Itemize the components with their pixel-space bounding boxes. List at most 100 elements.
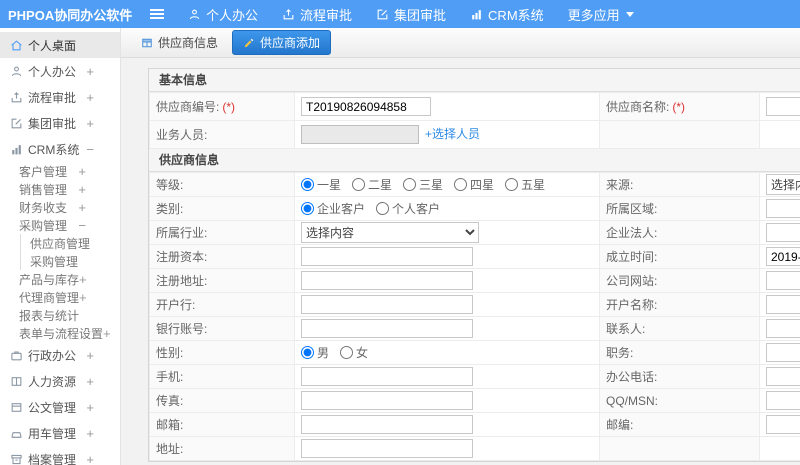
sidebar-item-3[interactable]: 集团审批 +: [0, 110, 120, 136]
form-row: 性别: 男女职务:: [149, 340, 800, 365]
field-label: 注册地址:: [156, 274, 208, 288]
sidebar-item-1[interactable]: 个人办公 +: [0, 58, 120, 84]
top-header: PHPOA协同办公软件 个人办公 流程审批 集团审批 CRM系统 更多应用: [0, 0, 800, 28]
edit-icon: [10, 117, 23, 130]
field-cell: [759, 244, 800, 269]
field-cell: [759, 120, 800, 149]
field-cell: [759, 316, 800, 341]
category-radio[interactable]: [301, 201, 314, 215]
top-menu-item-3[interactable]: CRM系统: [470, 5, 544, 24]
field-label-cell: 业务人员:: [149, 120, 295, 149]
sidebar-item-10[interactable]: 采购管理: [20, 252, 120, 270]
field-cell: [759, 292, 800, 317]
sidebar-item-label: 流程审批: [28, 90, 77, 105]
bank-input[interactable]: [301, 295, 473, 314]
top-menu-label: 个人办公: [206, 7, 259, 23]
gender-radio[interactable]: [340, 345, 354, 359]
level-radio[interactable]: [505, 177, 519, 191]
registered-address-input[interactable]: [301, 271, 473, 290]
level-radio[interactable]: [454, 177, 468, 191]
region-input[interactable]: [766, 199, 800, 218]
source-select[interactable]: 选择内容: [766, 174, 800, 195]
level-radio[interactable]: [403, 177, 417, 191]
sidebar-item-16[interactable]: 人力资源 +: [0, 368, 120, 394]
category-option-1[interactable]: 个人客户: [376, 200, 440, 217]
qq-msn-input[interactable]: [766, 391, 800, 410]
website-input[interactable]: [766, 271, 800, 290]
sidebar-item-5[interactable]: 客户管理 +: [0, 162, 120, 180]
sidebar-item-8[interactable]: 采购管理 −: [0, 216, 120, 234]
sidebar-item-label: 财务收支: [19, 200, 68, 215]
industry-select[interactable]: 选择内容: [301, 222, 479, 243]
contact-input[interactable]: [766, 319, 800, 338]
email-input[interactable]: [301, 415, 473, 434]
top-menu-item-1[interactable]: 流程审批: [282, 5, 352, 24]
sidebar-item-13[interactable]: 报表与统计: [0, 306, 120, 324]
sidebar-item-7[interactable]: 财务收支 +: [0, 198, 120, 216]
sidebar-item-19[interactable]: 档案管理 +: [0, 446, 120, 465]
gender-option-1[interactable]: 女: [340, 344, 368, 361]
tab-0[interactable]: 供应商信息: [133, 31, 226, 54]
sidebar-item-6[interactable]: 销售管理 +: [0, 180, 120, 198]
level-option-0[interactable]: 一星: [301, 176, 341, 193]
form-row: 地址:: [149, 436, 800, 461]
person-icon: [10, 65, 23, 78]
field-cell: 男女: [294, 340, 600, 365]
field-label: 供应商编号:: [156, 100, 220, 114]
top-menu-item-0[interactable]: 个人办公: [188, 5, 258, 24]
mobile-input[interactable]: [301, 367, 473, 386]
level-option-1[interactable]: 二星: [352, 176, 392, 193]
address-input[interactable]: [301, 439, 473, 458]
level-radio[interactable]: [352, 177, 366, 191]
top-menu-item-4[interactable]: 更多应用: [568, 5, 634, 24]
legal-person-input[interactable]: [766, 223, 800, 242]
fax-input[interactable]: [301, 391, 473, 410]
supplier-code-input[interactable]: [301, 97, 431, 116]
field-label-cell: 银行账号:: [149, 316, 295, 341]
field-label: 手机:: [156, 370, 184, 384]
sidebar-item-4[interactable]: CRM系统 −: [0, 136, 120, 162]
founding-date-input[interactable]: [766, 247, 800, 266]
sidebar-item-label: 个人办公: [28, 64, 77, 79]
level-option-2[interactable]: 三星: [403, 176, 443, 193]
supplier-name-input[interactable]: [766, 97, 800, 116]
gender-radio[interactable]: [301, 345, 314, 359]
account-name-input[interactable]: [766, 295, 800, 314]
level-option-4[interactable]: 五星: [505, 176, 545, 193]
top-menu-label: 流程审批: [300, 7, 353, 23]
top-menu-item-2[interactable]: 集团审批: [376, 5, 446, 24]
business-person-input[interactable]: [301, 125, 419, 145]
position-input[interactable]: [766, 343, 800, 362]
sidebar-item-0[interactable]: 个人桌面: [0, 32, 120, 58]
form-row: 注册地址: 公司网站:: [149, 268, 800, 293]
sidebar-item-15[interactable]: 行政办公 +: [0, 342, 120, 368]
hamburger-menu-icon[interactable]: [150, 9, 164, 19]
level-option-3[interactable]: 四星: [454, 176, 494, 193]
postcode-input[interactable]: [766, 415, 800, 434]
tab-1[interactable]: 供应商添加: [232, 30, 332, 55]
select-person-link[interactable]: +选择人员: [425, 127, 480, 141]
field-label-cell: 成立时间:: [599, 244, 760, 269]
level-radio[interactable]: [301, 177, 314, 191]
sidebar-item-17[interactable]: 公文管理 +: [0, 394, 120, 420]
form-row: 业务人员: +选择人员: [149, 120, 800, 149]
registered-capital-input[interactable]: [301, 247, 473, 266]
sidebar-item-2[interactable]: 流程审批 +: [0, 84, 120, 110]
gender-option-0[interactable]: 男: [301, 344, 329, 361]
bank-account-input[interactable]: [301, 319, 473, 338]
field-cell: [759, 92, 800, 121]
sidebar-item-label: 集团审批: [28, 116, 77, 131]
field-label: 所属行业:: [156, 226, 208, 240]
sidebar-item-14[interactable]: 表单与流程设置 +: [0, 324, 120, 342]
office-phone-input[interactable]: [766, 367, 800, 386]
category-option-0[interactable]: 企业客户: [301, 200, 365, 217]
form-row: 注册资本: 成立时间:: [149, 244, 800, 269]
sidebar-item-18[interactable]: 用车管理 +: [0, 420, 120, 446]
sidebar-item-12[interactable]: 代理商管理 +: [0, 288, 120, 306]
share-icon: [282, 8, 295, 21]
category-radio[interactable]: [376, 201, 390, 215]
sidebar-item-9[interactable]: 供应商管理: [20, 234, 120, 252]
sidebar-item-11[interactable]: 产品与库存 +: [0, 270, 120, 288]
form-row: 手机: 办公电话:: [149, 364, 800, 389]
form-row: 所属行业: 选择内容 企业法人:: [149, 220, 800, 245]
